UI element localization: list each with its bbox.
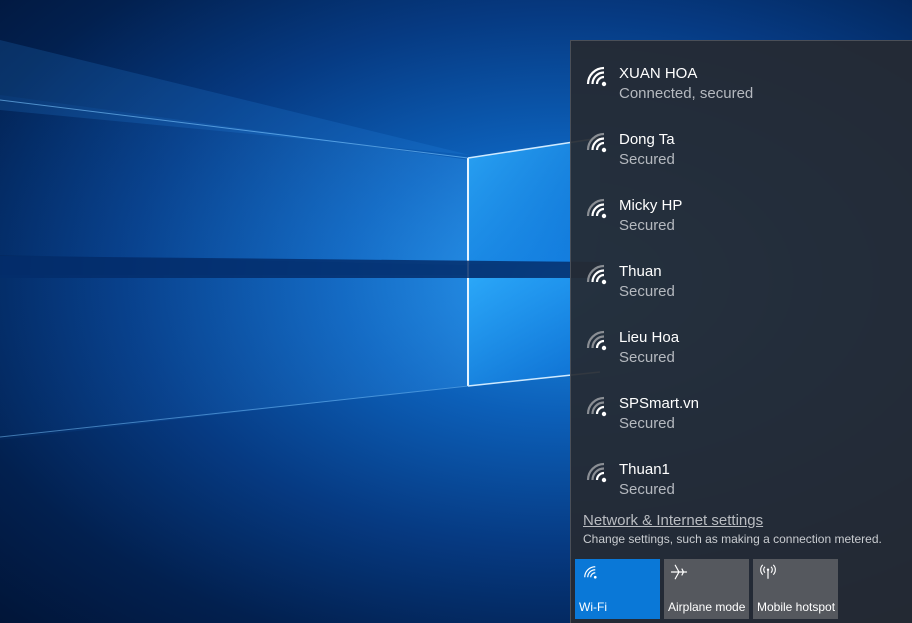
network-item-lieu-hoa[interactable]: Lieu Hoa Secured xyxy=(571,305,912,371)
wifi-signal-icon xyxy=(586,264,607,285)
network-flyout: XUAN HOA Connected, secured Dong Ta Secu… xyxy=(570,40,912,623)
network-name: Thuan xyxy=(619,263,662,280)
wifi-icon xyxy=(584,566,597,579)
network-status: Secured xyxy=(619,283,675,300)
mobile-hotspot-tile[interactable]: Mobile hotspot xyxy=(753,559,838,619)
wifi-toggle-tile[interactable]: Wi-Fi xyxy=(575,559,660,619)
network-name: Dong Ta xyxy=(619,131,675,148)
network-item-dong-ta[interactable]: Dong Ta Secured xyxy=(571,107,912,173)
network-item-thuan1[interactable]: Thuan1 Secured xyxy=(571,437,912,503)
wifi-signal-icon xyxy=(586,396,607,417)
network-item-xuan-hoa[interactable]: XUAN HOA Connected, secured xyxy=(571,41,912,107)
wifi-signal-icon xyxy=(586,132,607,153)
network-settings-link[interactable]: Network & Internet settings xyxy=(583,512,763,530)
network-name: Thuan1 xyxy=(619,461,670,478)
network-name: SPSmart.vn xyxy=(619,395,700,412)
tile-label: Wi-Fi xyxy=(579,600,607,614)
network-name: Micky HP xyxy=(619,197,683,214)
airplane-mode-tile[interactable]: Airplane mode xyxy=(664,559,749,619)
wifi-signal-icon xyxy=(586,66,607,87)
hotspot-icon xyxy=(760,564,776,579)
network-name: Lieu Hoa xyxy=(619,329,680,346)
airplane-icon xyxy=(670,564,688,580)
network-name: XUAN HOA xyxy=(619,65,698,82)
network-item-thuan[interactable]: Thuan Secured xyxy=(571,239,912,305)
tile-label: Mobile hotspot xyxy=(757,600,836,614)
network-item-micky-hp[interactable]: Micky HP Secured xyxy=(571,173,912,239)
network-item-spsmart[interactable]: SPSmart.vn Secured xyxy=(571,371,912,437)
wifi-signal-icon xyxy=(586,330,607,351)
network-status: Secured xyxy=(619,151,675,168)
network-status: Secured xyxy=(619,415,675,432)
network-status: Secured xyxy=(619,481,675,498)
wifi-signal-icon xyxy=(586,198,607,219)
wifi-signal-icon xyxy=(586,462,607,483)
network-settings-description: Change settings, such as making a connec… xyxy=(583,532,882,546)
network-status: Connected, secured xyxy=(619,85,754,102)
network-status: Secured xyxy=(619,217,675,234)
network-status: Secured xyxy=(619,349,675,366)
tile-label: Airplane mode xyxy=(668,600,746,614)
